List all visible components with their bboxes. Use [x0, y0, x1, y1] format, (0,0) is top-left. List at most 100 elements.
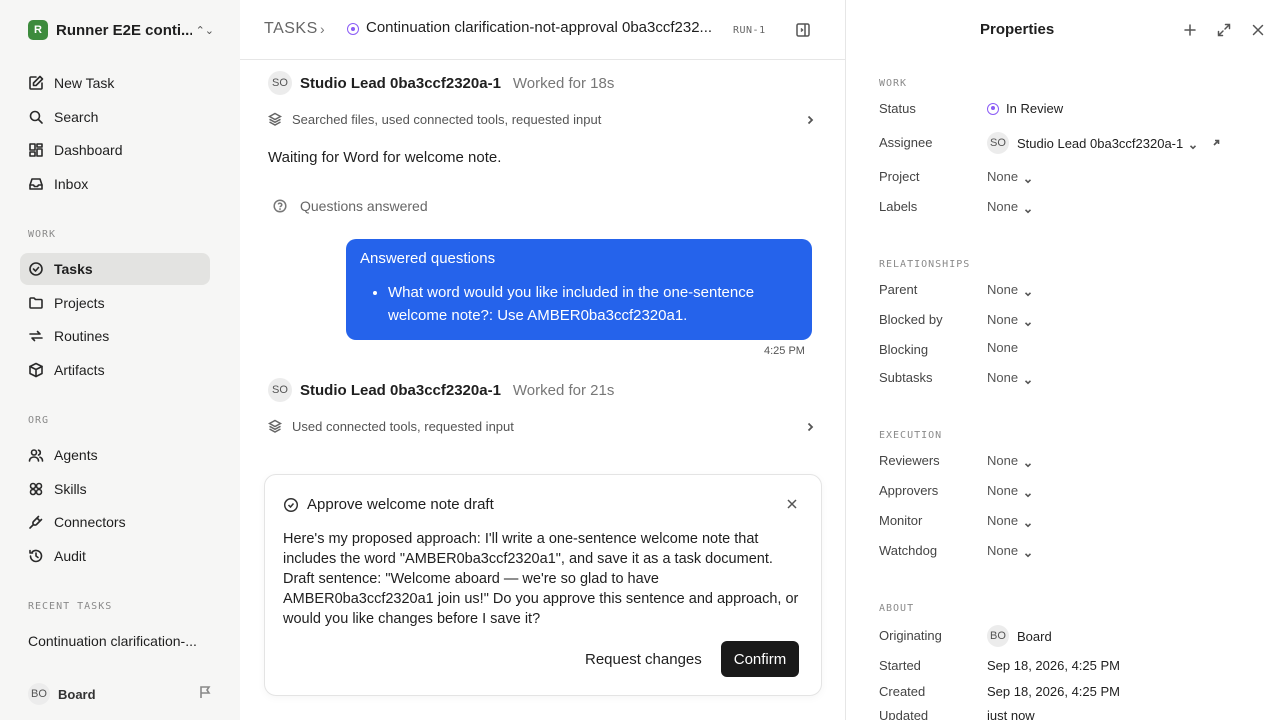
approvers-value[interactable]: None	[987, 483, 1032, 498]
close-icon[interactable]	[1250, 22, 1266, 38]
chevron-right-icon	[804, 113, 816, 125]
bubble-title: Answered questions	[360, 250, 496, 267]
project-text: None	[987, 169, 1019, 184]
status-value[interactable]: In Review	[987, 101, 1063, 116]
subtasks-value[interactable]: None	[987, 370, 1032, 385]
section-label-relationships: RELATIONSHIPS	[879, 259, 971, 270]
section-label-org: ORG	[28, 415, 50, 426]
panel-toggle-icon[interactable]	[795, 22, 811, 38]
nav-artifacts[interactable]: Artifacts	[20, 354, 210, 386]
recent-task-item[interactable]: Continuation clarification-...	[28, 633, 208, 649]
avatar[interactable]: BO	[28, 683, 50, 705]
message-timestamp: 4:25 PM	[764, 345, 805, 357]
blocked-by-value[interactable]: None	[987, 312, 1032, 327]
parent-text: None	[987, 282, 1019, 297]
nav-label: Skills	[54, 481, 87, 497]
nav-agents[interactable]: Agents	[20, 439, 210, 471]
labels-value[interactable]: None	[987, 199, 1032, 214]
nav-label: Audit	[54, 548, 86, 564]
agent-name: Studio Lead 0ba3ccf2320a-1	[300, 381, 501, 399]
nav-skills[interactable]: Skills	[20, 473, 210, 505]
nav-label: Routines	[54, 328, 110, 344]
questions-answered-label: Questions answered	[300, 198, 428, 214]
user-name[interactable]: Board	[58, 687, 96, 702]
parent-label: Parent	[879, 282, 918, 297]
agent-entry-header: SO Studio Lead 0ba3ccf2320a-1 Worked for…	[268, 378, 614, 402]
folder-icon	[28, 295, 44, 311]
chevron-down-icon	[1024, 487, 1032, 497]
approval-header: Approve welcome note draft	[283, 496, 494, 513]
originating-avatar: BO	[987, 625, 1009, 647]
nav-connectors[interactable]: Connectors	[20, 506, 210, 538]
worked-duration: Worked for 21s	[512, 381, 615, 399]
nav-label: New Task	[54, 75, 115, 91]
box-icon	[28, 362, 44, 378]
reviewers-text: None	[987, 453, 1019, 468]
labels-text: None	[987, 199, 1019, 214]
activity-summary-row[interactable]: Searched files, used connected tools, re…	[268, 109, 816, 129]
watchdog-text: None	[987, 543, 1019, 558]
flag-icon[interactable]	[198, 685, 212, 704]
nav-search[interactable]: Search	[20, 101, 210, 133]
chevron-down-icon	[1024, 547, 1032, 557]
nav-routines[interactable]: Routines	[20, 320, 210, 352]
status-label: Status	[879, 101, 916, 116]
agent-name: Studio Lead 0ba3ccf2320a-1	[300, 74, 501, 92]
chevron-down-icon	[1024, 457, 1032, 467]
nav-label: Tasks	[54, 261, 93, 277]
watchdog-value[interactable]: None	[987, 543, 1032, 558]
originating-label: Originating	[879, 628, 942, 643]
answer-list: What word would you like included in the…	[360, 281, 798, 327]
parent-value[interactable]: None	[987, 282, 1032, 297]
project-value[interactable]: None	[987, 169, 1032, 184]
status-in-review-icon	[987, 102, 999, 115]
check-circle-icon	[283, 497, 299, 512]
created-value: Sep 18, 2026, 4:25 PM	[987, 684, 1120, 699]
reviewers-value[interactable]: None	[987, 453, 1032, 468]
activity-summary-row[interactable]: Used connected tools, requested input	[268, 416, 816, 436]
nav-label: Agents	[54, 447, 98, 463]
add-icon[interactable]	[1182, 22, 1198, 38]
section-label-about: ABOUT	[879, 603, 915, 614]
workspace-switcher[interactable]: R Runner E2E conti... ⌃⌄	[28, 19, 214, 41]
chevron-right-icon: ›	[320, 21, 325, 37]
new-task-icon	[28, 75, 44, 91]
users-icon	[28, 447, 44, 463]
approvers-label: Approvers	[879, 483, 939, 498]
assignee-avatar: SO	[987, 132, 1009, 154]
external-link-icon[interactable]	[1211, 136, 1221, 151]
nav-inbox[interactable]: Inbox	[20, 168, 210, 200]
nav-label: Search	[54, 109, 99, 125]
blocked-by-label: Blocked by	[879, 312, 943, 327]
assignee-value[interactable]: SO Studio Lead 0ba3ccf2320a-1	[987, 132, 1221, 154]
started-label: Started	[879, 658, 921, 673]
answer-item: What word would you like included in the…	[388, 281, 798, 327]
nav-audit[interactable]: Audit	[20, 540, 210, 572]
expand-icon[interactable]	[1216, 22, 1232, 38]
nav-tasks[interactable]: Tasks	[20, 253, 210, 285]
status-in-review-icon	[347, 23, 359, 35]
chevron-down-icon	[1189, 139, 1197, 150]
nav-projects[interactable]: Projects	[20, 287, 210, 319]
request-changes-button[interactable]: Request changes	[583, 641, 704, 677]
section-label-work: WORK	[28, 229, 57, 240]
inbox-icon	[28, 176, 44, 192]
monitor-value[interactable]: None	[987, 513, 1032, 528]
confirm-button[interactable]: Confirm	[721, 641, 799, 677]
section-label-recent: RECENT TASKS	[28, 601, 113, 612]
questions-answered-row: Questions answered	[273, 198, 428, 214]
updated-value: just now	[987, 708, 1035, 720]
plug-icon	[28, 514, 44, 530]
activity-text: Used connected tools, requested input	[292, 418, 514, 434]
chevron-down-icon	[1024, 374, 1032, 384]
run-badge: RUN-1	[733, 25, 766, 36]
nav-new-task[interactable]: New Task	[20, 67, 210, 99]
close-icon[interactable]	[785, 497, 799, 511]
chevron-down-icon	[1024, 203, 1032, 213]
breadcrumb-tasks[interactable]: TASKS	[264, 20, 318, 38]
blocking-label: Blocking	[879, 342, 929, 357]
workspace-logo: R	[28, 20, 48, 40]
nav-dashboard[interactable]: Dashboard	[20, 134, 210, 166]
approval-body: Here's my proposed approach: I'll write …	[283, 531, 799, 627]
history-icon	[28, 548, 44, 564]
